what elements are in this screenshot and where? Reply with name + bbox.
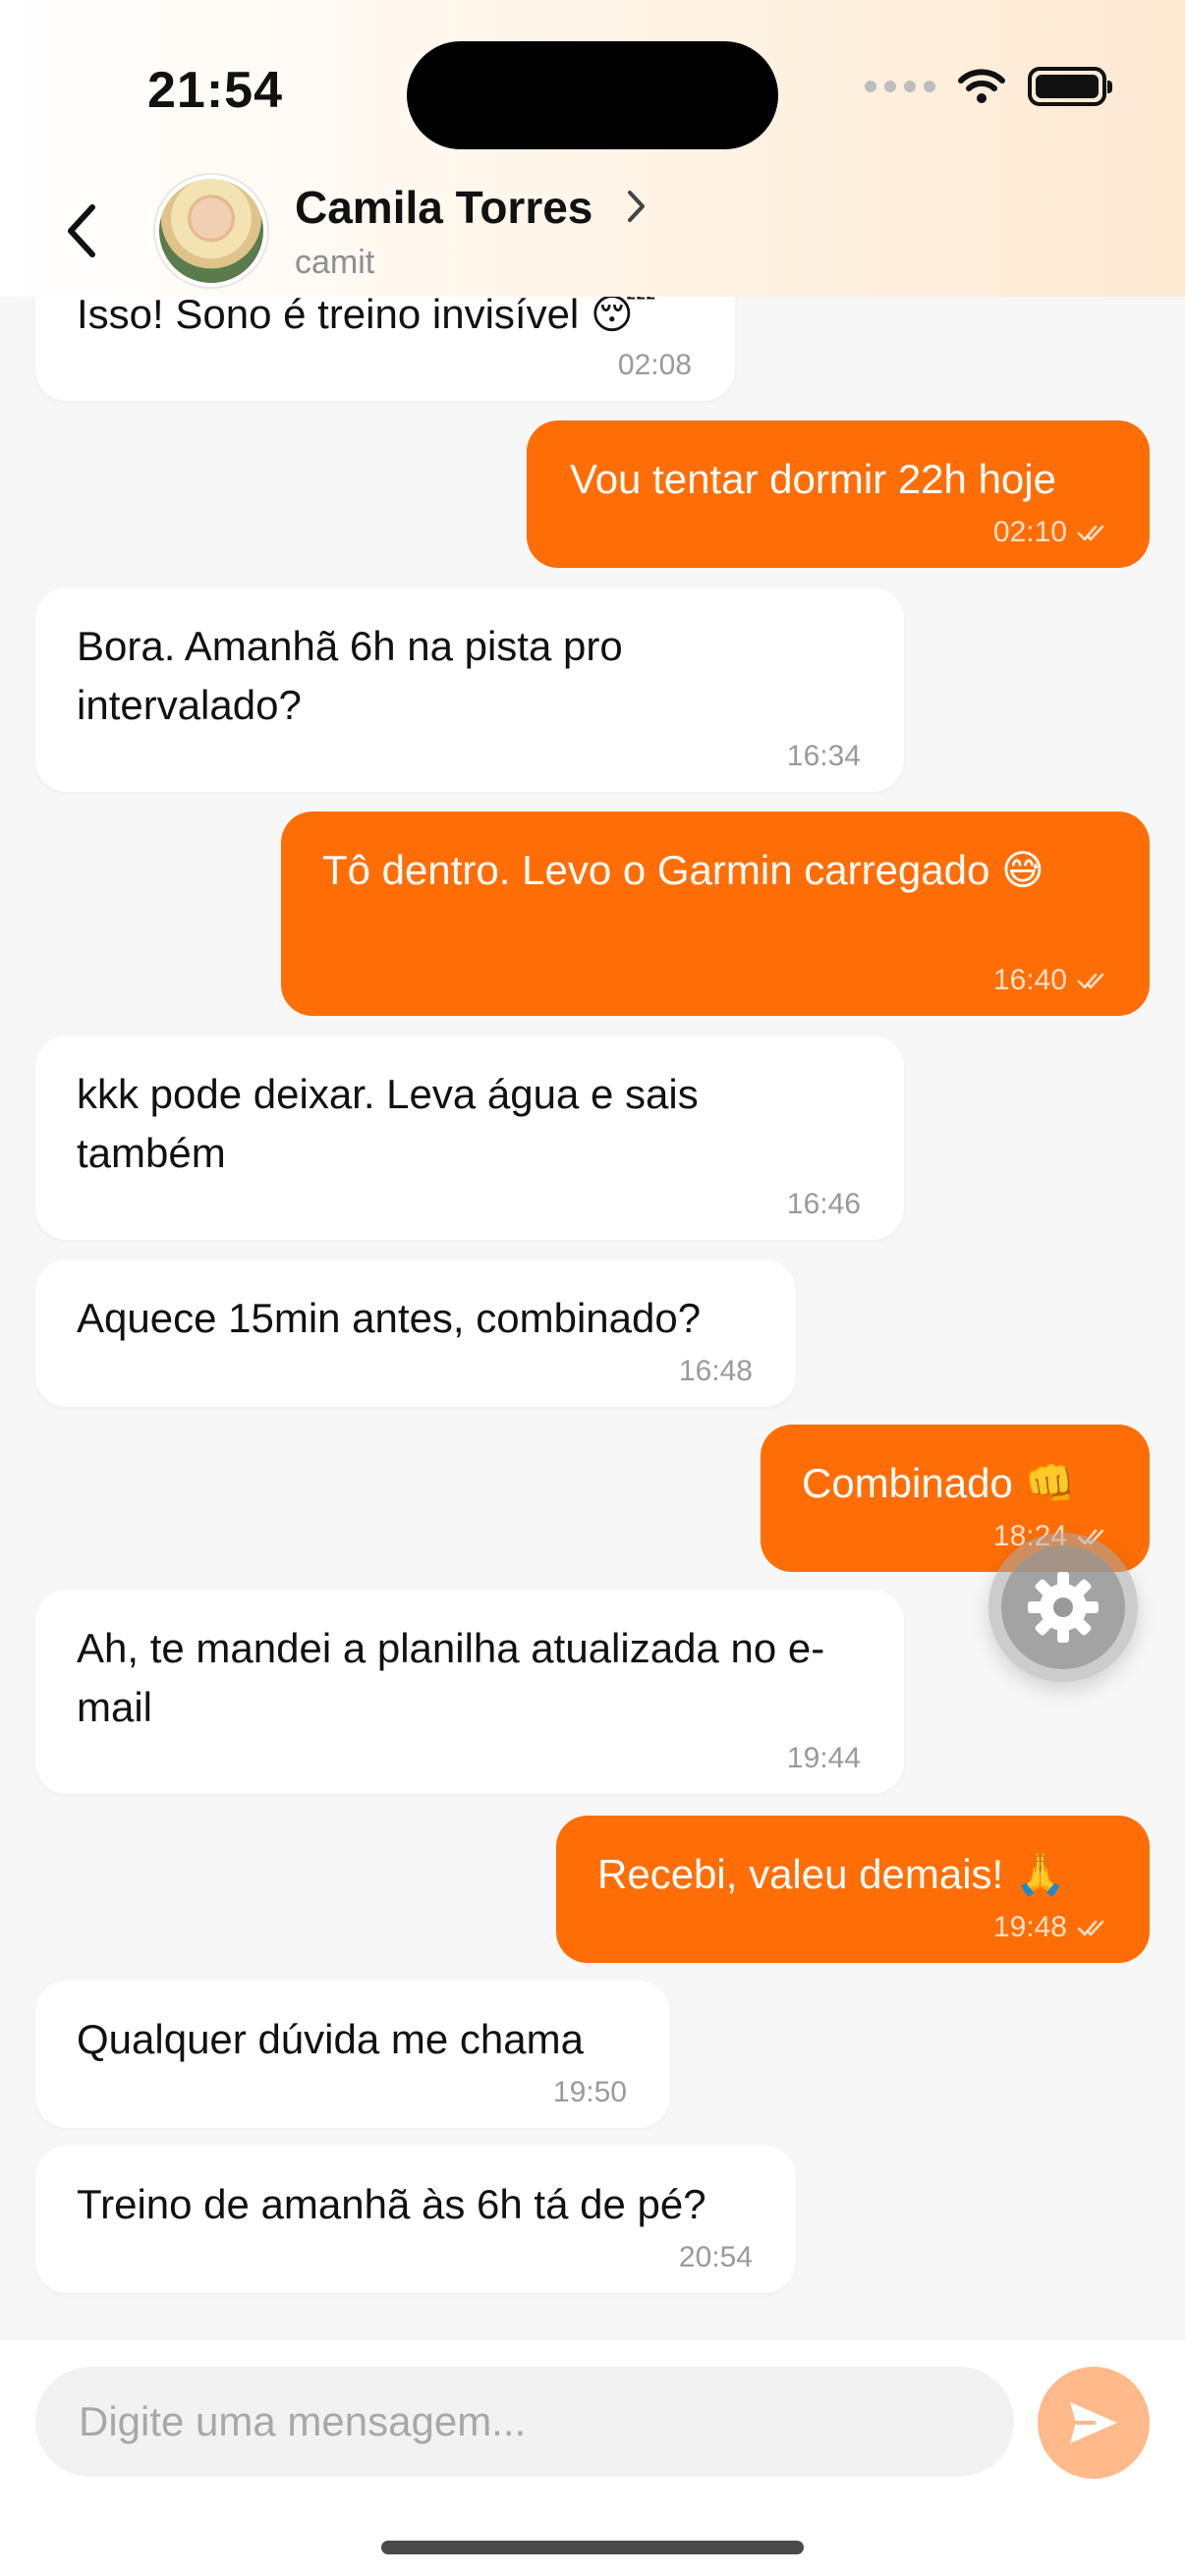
message-time: 16:40 (992, 964, 1067, 996)
status-time: 21:54 (147, 62, 283, 119)
send-button[interactable] (1038, 2367, 1150, 2479)
status-icons (865, 67, 1112, 106)
avatar[interactable] (155, 175, 267, 287)
chevron-left-icon (68, 204, 95, 257)
send-icon (1070, 2402, 1117, 2443)
message-text: Qualquer dúvida me chama (77, 2016, 584, 2062)
message-bubble-incoming[interactable]: Aquece 15min antes, combinado? 16:48 (35, 1260, 796, 1407)
message-time: 16:34 (786, 740, 861, 772)
message-text: Bora. Amanhã 6h na pista pro intervalado… (77, 623, 623, 728)
message-input[interactable] (35, 2367, 1014, 2477)
dynamic-island (407, 41, 778, 149)
message-bubble-incoming[interactable]: Ah, te mandei a planilha atualizada no e… (35, 1590, 904, 1794)
message-time: 02:08 (617, 349, 692, 381)
message-list[interactable]: Isso! Sono é treino invisível 😴 02:08 Vo… (0, 0, 1185, 2338)
message-bubble-outgoing[interactable]: Recebi, valeu demais! 🙏 19:48 (556, 1816, 1150, 1963)
message-time: 16:48 (678, 1355, 753, 1387)
message-text: Aquece 15min antes, combinado? (77, 1295, 702, 1341)
chevron-right-icon[interactable] (625, 187, 649, 231)
message-text: kkk pode deixar. Leva água e sais também (77, 1071, 699, 1176)
message-text: Recebi, valeu demais! 🙏 (597, 1851, 1067, 1897)
contact-username: camit (295, 244, 375, 281)
message-time: 20:54 (678, 2241, 753, 2273)
message-text: Combinado 👊 (802, 1460, 1076, 1506)
back-button[interactable] (53, 196, 112, 265)
settings-button[interactable] (988, 1533, 1138, 1682)
message-time: 19:48 (992, 1911, 1067, 1943)
message-bubble-incoming[interactable]: Qualquer dúvida me chama 19:50 (35, 1981, 670, 2128)
message-text: Tô dentro. Levo o Garmin carregado 😅 (322, 847, 1044, 893)
message-bubble-outgoing[interactable]: Vou tentar dormir 22h hoje 02:10 (527, 420, 1150, 568)
message-text: Treino de amanhã às 6h tá de pé? (77, 2181, 706, 2227)
message-time: 02:10 (992, 516, 1067, 548)
double-check-icon (1077, 1920, 1104, 1936)
gear-icon (1028, 1572, 1099, 1643)
message-bubble-outgoing[interactable]: Tô dentro. Levo o Garmin carregado 😅 16:… (281, 812, 1150, 1016)
wifi-icon (958, 69, 1005, 103)
message-time: 16:46 (786, 1188, 861, 1220)
double-check-icon (1077, 973, 1104, 989)
battery-icon (1028, 67, 1112, 106)
contact-name[interactable]: Camila Torres (295, 181, 592, 234)
message-time: 19:50 (552, 2076, 627, 2108)
message-bubble-incoming[interactable]: kkk pode deixar. Leva água e sais também… (35, 1036, 904, 1240)
signal-icon (865, 81, 935, 92)
message-bubble-incoming[interactable]: Bora. Amanhã 6h na pista pro intervalado… (35, 588, 904, 792)
message-bubble-incoming[interactable]: Treino de amanhã às 6h tá de pé? 20:54 (35, 2146, 796, 2293)
message-text: Ah, te mandei a planilha atualizada no e… (77, 1625, 825, 1730)
message-text: Vou tentar dormir 22h hoje (570, 456, 1056, 502)
message-time: 19:44 (786, 1742, 861, 1774)
double-check-icon (1077, 525, 1104, 541)
home-indicator (381, 2541, 804, 2554)
